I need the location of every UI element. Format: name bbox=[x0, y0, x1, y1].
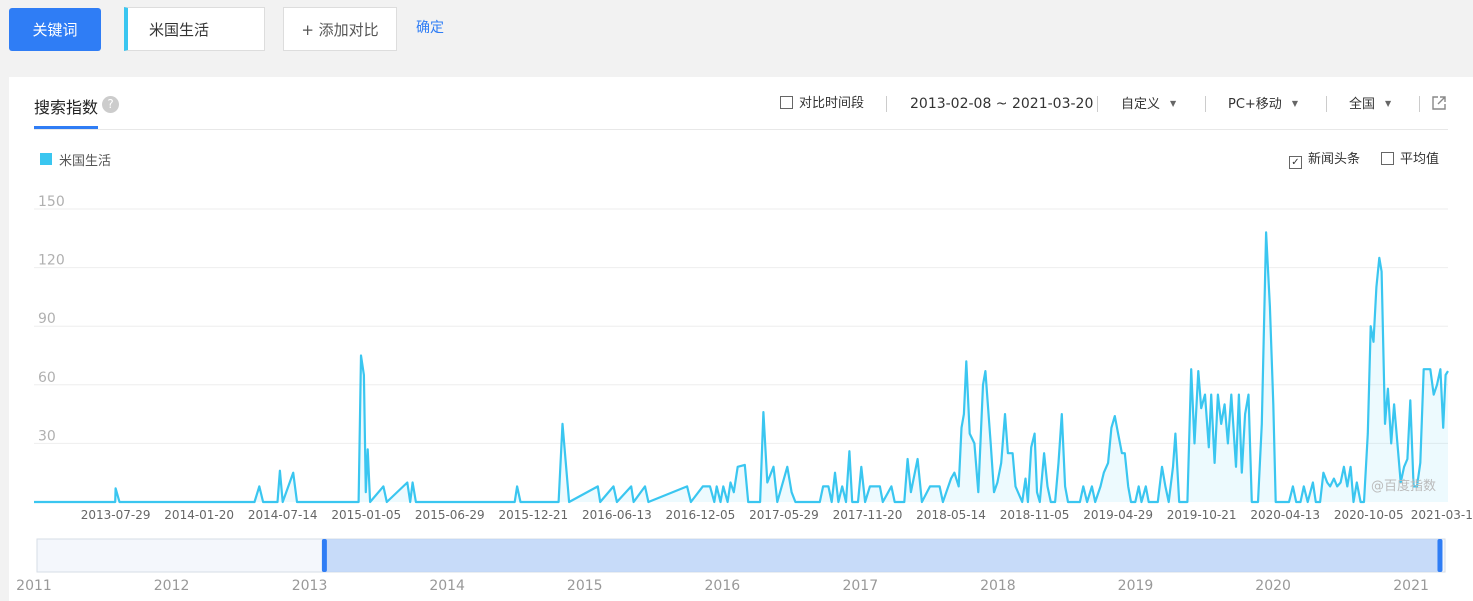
brush-year-label: 2011 bbox=[16, 578, 52, 594]
x-tick-label: 2016-06-13 bbox=[582, 508, 652, 522]
brush-year-label: 2017 bbox=[842, 578, 878, 594]
time-brush[interactable]: 2011 2012 2013 2014 2015 2016 2017 2018 2019 2020… bbox=[16, 538, 1446, 594]
trend-chart[interactable]: 150 120 90 60 30 2013-07-29 2014-01-20 2014-07-… bbox=[0, 0, 1473, 601]
series-line bbox=[34, 231, 1449, 504]
y-tick-label: 30 bbox=[38, 428, 56, 444]
brush-year-label: 2018 bbox=[980, 578, 1016, 594]
y-tick-label: 60 bbox=[38, 370, 56, 386]
x-tick-label: 2015-12-21 bbox=[498, 508, 568, 522]
y-tick-label: 120 bbox=[38, 253, 65, 269]
x-tick-label: 2018-05-14 bbox=[916, 508, 986, 522]
brush-year-label: 2020 bbox=[1255, 578, 1291, 594]
brush-year-label: 2019 bbox=[1118, 578, 1154, 594]
x-tick-label: 2015-06-29 bbox=[415, 508, 485, 522]
brush-year-label: 2021 bbox=[1393, 578, 1429, 594]
brush-year-label: 2014 bbox=[429, 578, 465, 594]
x-tick-label: 2014-01-20 bbox=[164, 508, 234, 522]
x-tick-label: 2013-07-29 bbox=[81, 508, 151, 522]
x-tick-label: 2014-07-14 bbox=[248, 508, 318, 522]
brush-handle-right[interactable] bbox=[1437, 539, 1443, 572]
brush-year-label: 2012 bbox=[154, 578, 190, 594]
x-tick-label: 2017-05-29 bbox=[749, 508, 819, 522]
brush-year-label: 2013 bbox=[292, 578, 328, 594]
x-tick-label: 2020-04-13 bbox=[1250, 508, 1320, 522]
y-tick-label: 90 bbox=[38, 311, 56, 327]
x-tick-label: 2019-10-21 bbox=[1167, 508, 1237, 522]
brush-handle-left[interactable] bbox=[321, 539, 327, 572]
x-tick-label: 2015-01-05 bbox=[331, 508, 401, 522]
x-tick-label: 2021-03-15 bbox=[1411, 508, 1473, 522]
brush-year-label: 2016 bbox=[705, 578, 741, 594]
x-tick-label: 2016-12-05 bbox=[666, 508, 736, 522]
brush-year-label: 2015 bbox=[567, 578, 603, 594]
x-tick-label: 2019-04-29 bbox=[1083, 508, 1153, 522]
brush-selection[interactable] bbox=[323, 539, 1441, 572]
watermark: @百度指数 bbox=[1371, 479, 1437, 494]
x-tick-label: 2017-11-20 bbox=[833, 508, 903, 522]
x-tick-label: 2020-10-05 bbox=[1334, 508, 1404, 522]
y-tick-label: 150 bbox=[38, 194, 65, 210]
x-tick-label: 2018-11-05 bbox=[1000, 508, 1070, 522]
